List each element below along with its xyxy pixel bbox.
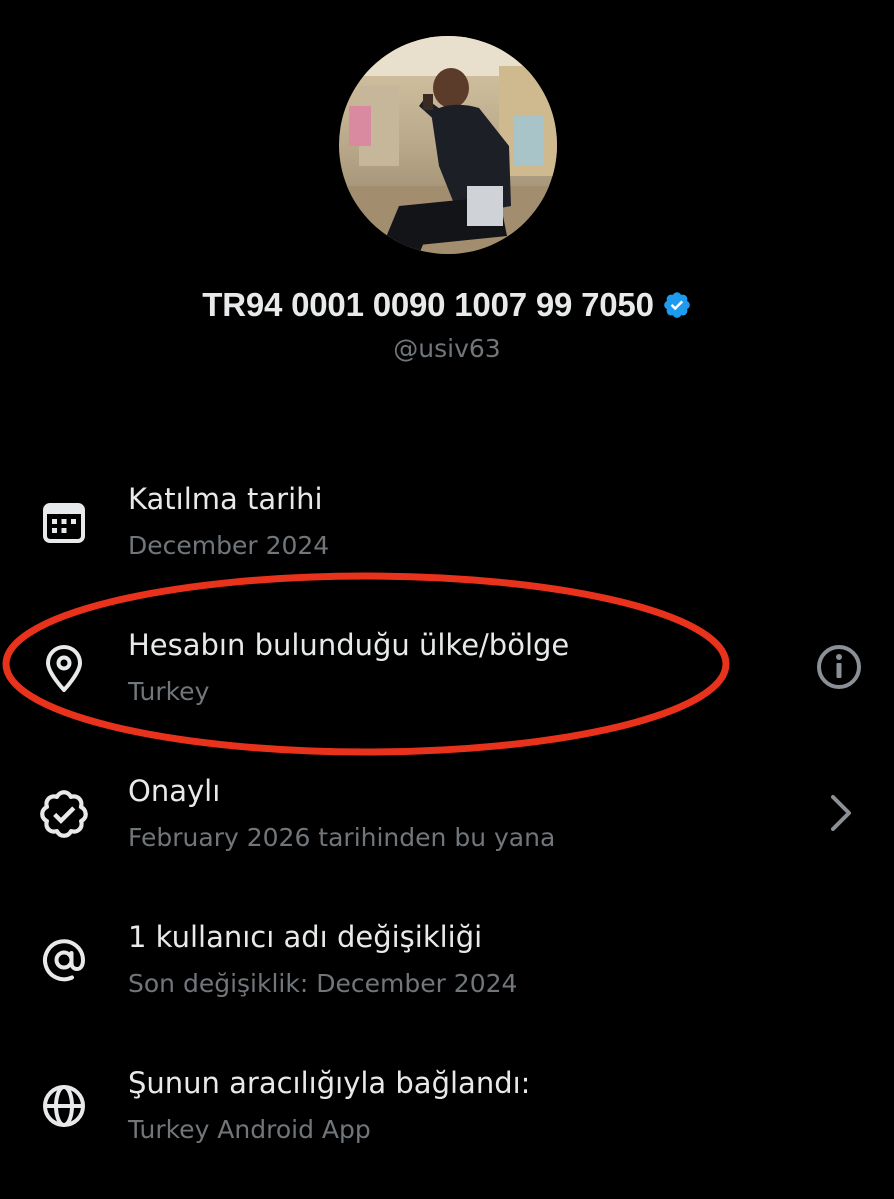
info-icon[interactable] (814, 642, 864, 692)
chevron-right-icon[interactable] (816, 788, 866, 838)
info-row-username-changes: 1 kullanıcı adı değişikliği Son değişikl… (0, 908, 894, 1018)
verified-badge-icon[interactable] (662, 290, 692, 320)
profile-handle: @usiv63 (393, 334, 501, 363)
row-title: Katılma tarihi (128, 482, 323, 516)
row-subtitle: February 2026 tarihinden bu yana (128, 823, 556, 852)
info-row-account-country[interactable]: Hesabın bulunduğu ülke/bölge Turkey (0, 616, 894, 726)
verified-badge-icon (40, 790, 88, 838)
profile-avatar[interactable] (339, 36, 557, 254)
profile-name-row: TR94 0001 0090 1007 99 7050 (0, 286, 894, 324)
row-subtitle: Son değişiklik: December 2024 (128, 969, 518, 998)
row-subtitle: Turkey (128, 677, 210, 706)
location-pin-icon (46, 645, 82, 692)
row-title: Şunun aracılığıyla bağlandı: (128, 1066, 531, 1100)
row-title: 1 kullanıcı adı değişikliği (128, 920, 483, 954)
row-title: Hesabın bulunduğu ülke/bölge (128, 628, 570, 662)
row-title: Onaylı (128, 774, 221, 808)
calendar-icon (43, 503, 85, 543)
info-row-join-date: Katılma tarihi December 2024 (0, 470, 894, 580)
row-subtitle: December 2024 (128, 531, 330, 560)
at-sign-icon (43, 939, 86, 982)
info-row-verified[interactable]: Onaylı February 2026 tarihinden bu yana (0, 762, 894, 872)
globe-icon (43, 1085, 85, 1127)
info-row-connected-via: Şunun aracılığıyla bağlandı: Turkey Andr… (0, 1054, 894, 1164)
row-subtitle: Turkey Android App (128, 1115, 371, 1144)
display-name: TR94 0001 0090 1007 99 7050 (202, 286, 654, 323)
